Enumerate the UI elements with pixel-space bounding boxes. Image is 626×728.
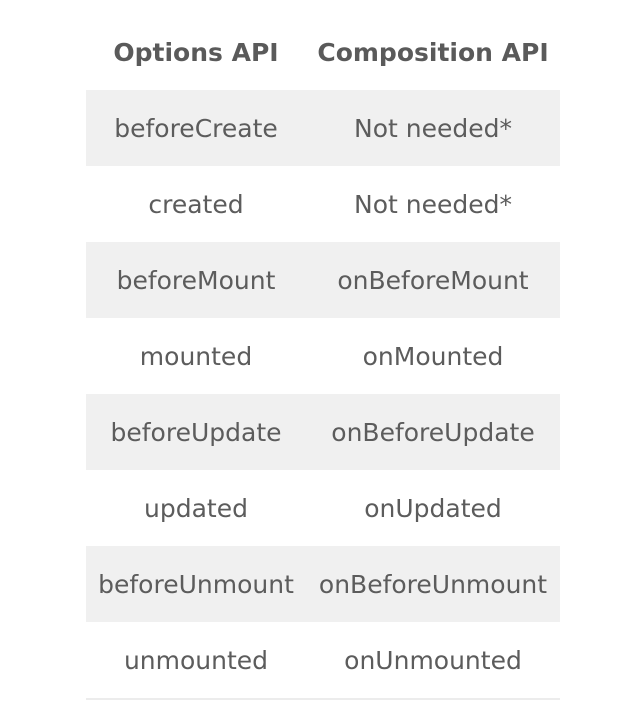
options-api-cell: created [86,166,306,242]
table-row: beforeUpdate onBeforeUpdate [86,394,560,470]
composition-api-cell: onUpdated [306,470,560,546]
table-row: mounted onMounted [86,318,560,394]
composition-api-cell: Not needed* [306,90,560,166]
table-row: updated onUpdated [86,470,560,546]
options-api-cell: beforeUnmount [86,546,306,622]
composition-api-cell: onBeforeUpdate [306,394,560,470]
table-row: beforeMount onBeforeMount [86,242,560,318]
header-composition-api: Composition API [306,14,560,90]
options-api-cell: unmounted [86,622,306,700]
options-api-cell: beforeUpdate [86,394,306,470]
composition-api-cell: onMounted [306,318,560,394]
options-api-cell: beforeCreate [86,90,306,166]
options-api-cell: beforeMount [86,242,306,318]
table-row: beforeCreate Not needed* [86,90,560,166]
table-row: beforeUnmount onBeforeUnmount [86,546,560,622]
lifecycle-hooks-table: Options API Composition API beforeCreate… [86,14,560,700]
composition-api-cell: onUnmounted [306,622,560,700]
lifecycle-hooks-table-container: Options API Composition API beforeCreate… [86,14,560,700]
table-body: beforeCreate Not needed* created Not nee… [86,90,560,700]
composition-api-cell: onBeforeUnmount [306,546,560,622]
options-api-cell: updated [86,470,306,546]
header-row: Options API Composition API [86,14,560,90]
options-api-cell: mounted [86,318,306,394]
table-row: unmounted onUnmounted [86,622,560,700]
table-row: created Not needed* [86,166,560,242]
table-header: Options API Composition API [86,14,560,90]
composition-api-cell: Not needed* [306,166,560,242]
composition-api-cell: onBeforeMount [306,242,560,318]
header-options-api: Options API [86,14,306,90]
